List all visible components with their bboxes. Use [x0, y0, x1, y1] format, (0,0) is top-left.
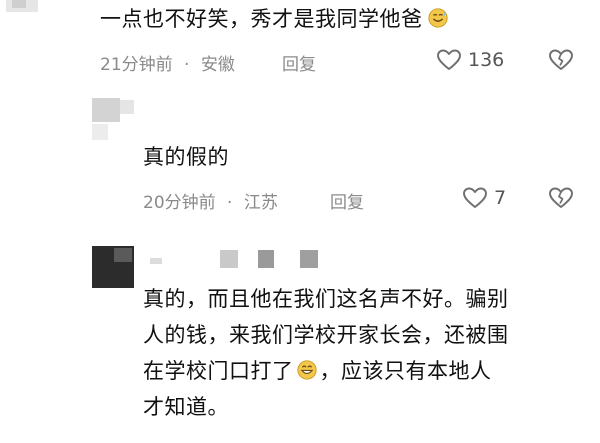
comment-meta: 20分钟前 · 江苏	[143, 188, 278, 213]
comment-text-segment: ，应该只有本地人	[319, 359, 492, 383]
comment-text-line: 真的，而且他在我们这名声不好。骗别	[143, 287, 509, 311]
comment-time: 21分钟前	[100, 55, 173, 75]
reply-button[interactable]: 回复	[330, 188, 364, 213]
avatar-blurred[interactable]	[92, 98, 152, 144]
broken-heart-outline-icon[interactable]	[548, 186, 574, 210]
comment-text-line: 才知道。	[143, 395, 229, 419]
avatar-blurred[interactable]	[92, 246, 134, 288]
comment-time: 20分钟前	[143, 193, 216, 213]
sweat-smile-emoji-icon	[427, 8, 448, 28]
meta-separator: ·	[227, 193, 233, 213]
like-button[interactable]: 136	[436, 48, 504, 72]
heart-outline-icon	[463, 187, 487, 208]
comment-text-segment: 在学校门口打了	[143, 359, 294, 383]
comment-text: 一点也不好笑，秀才是我同学他爸	[100, 4, 449, 35]
comment-text: 真的假的	[143, 145, 229, 169]
comment-text-line: 在学校门口打了 ，应该只有本地人	[143, 356, 583, 387]
comment-meta: 21分钟前 · 安徽	[100, 50, 235, 75]
comment-text: 真的，而且他在我们这名声不好。骗别 人的钱，来我们学校开家长会，还被围 在学校门…	[143, 284, 583, 423]
heart-outline-icon	[437, 49, 461, 70]
reply-button[interactable]: 回复	[282, 50, 316, 75]
comment-text-line: 人的钱，来我们学校开家长会，还被围	[143, 323, 509, 347]
like-button[interactable]: 7	[462, 186, 506, 210]
like-count: 7	[494, 187, 507, 209]
grin-emoji-icon	[296, 360, 317, 380]
comment-location: 江苏	[243, 193, 278, 213]
meta-separator: ·	[184, 55, 190, 75]
like-count: 136	[468, 49, 505, 71]
comment-location: 安徽	[200, 55, 235, 75]
username-blurred[interactable]	[150, 250, 330, 274]
comment-text-content: 一点也不好笑，秀才是我同学他爸	[100, 7, 423, 31]
broken-heart-outline-icon[interactable]	[548, 48, 574, 72]
avatar-blurred-part	[12, 0, 26, 8]
